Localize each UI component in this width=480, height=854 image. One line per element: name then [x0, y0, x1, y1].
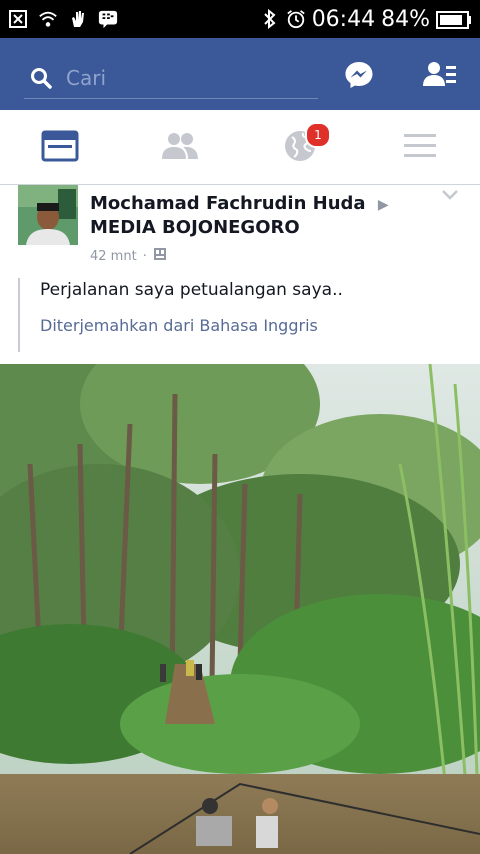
battery-icon — [436, 10, 472, 29]
tab-bar — [0, 110, 480, 185]
bbm-icon — [98, 9, 118, 29]
status-left-icons — [8, 9, 118, 29]
news-feed-icon — [41, 130, 79, 162]
feed-post: Mochamad Fachrudin Huda ▶ MEDIA BOJONEGO… — [0, 185, 480, 854]
post-meta: 42 mnt · — [90, 247, 167, 265]
status-bar: 06:44 84% — [0, 0, 480, 38]
post-text: Perjalanan saya petualangan saya.. — [40, 280, 343, 300]
page-icon — [153, 247, 167, 265]
translation-link[interactable]: Diterjemahkan dari Bahasa Inggris — [40, 316, 318, 335]
battery-percent: 84% — [381, 6, 430, 32]
notification-badge: 1 — [305, 122, 331, 148]
wifi-icon — [38, 9, 58, 29]
chevron-down-icon[interactable] — [440, 187, 460, 201]
search-icon[interactable] — [30, 67, 52, 89]
alarm-icon — [286, 9, 306, 29]
friend-requests-icon[interactable] — [423, 60, 457, 90]
app-header: Cari — [0, 38, 480, 110]
hand-icon — [68, 9, 88, 29]
bluetooth-icon — [260, 9, 280, 29]
meta-separator: · — [142, 248, 147, 264]
page-name[interactable]: MEDIA BOJONEGORO — [90, 217, 300, 238]
author-name[interactable]: Mochamad Fachrudin Huda — [90, 193, 366, 214]
play-arrow-icon: ▶ — [377, 197, 389, 213]
avatar[interactable] — [18, 185, 78, 245]
post-timestamp[interactable]: 42 mnt — [90, 249, 137, 264]
tab-friends[interactable] — [160, 126, 200, 166]
tab-news-feed[interactable] — [40, 126, 80, 166]
status-right: 06:44 84% — [260, 7, 472, 32]
hamburger-menu-icon — [404, 134, 436, 157]
post-author-line: Mochamad Fachrudin Huda ▶ — [90, 191, 389, 218]
friends-icon — [162, 133, 198, 159]
tab-menu[interactable] — [400, 126, 440, 166]
search-input[interactable]: Cari — [66, 66, 106, 90]
post-photo[interactable] — [0, 364, 480, 854]
post-content: Perjalanan saya petualangan saya.. Diter… — [18, 278, 460, 352]
messenger-icon[interactable] — [344, 60, 374, 90]
close-box-icon — [8, 9, 28, 29]
clock-text: 06:44 — [311, 6, 376, 32]
search-bar[interactable]: Cari — [24, 58, 318, 99]
